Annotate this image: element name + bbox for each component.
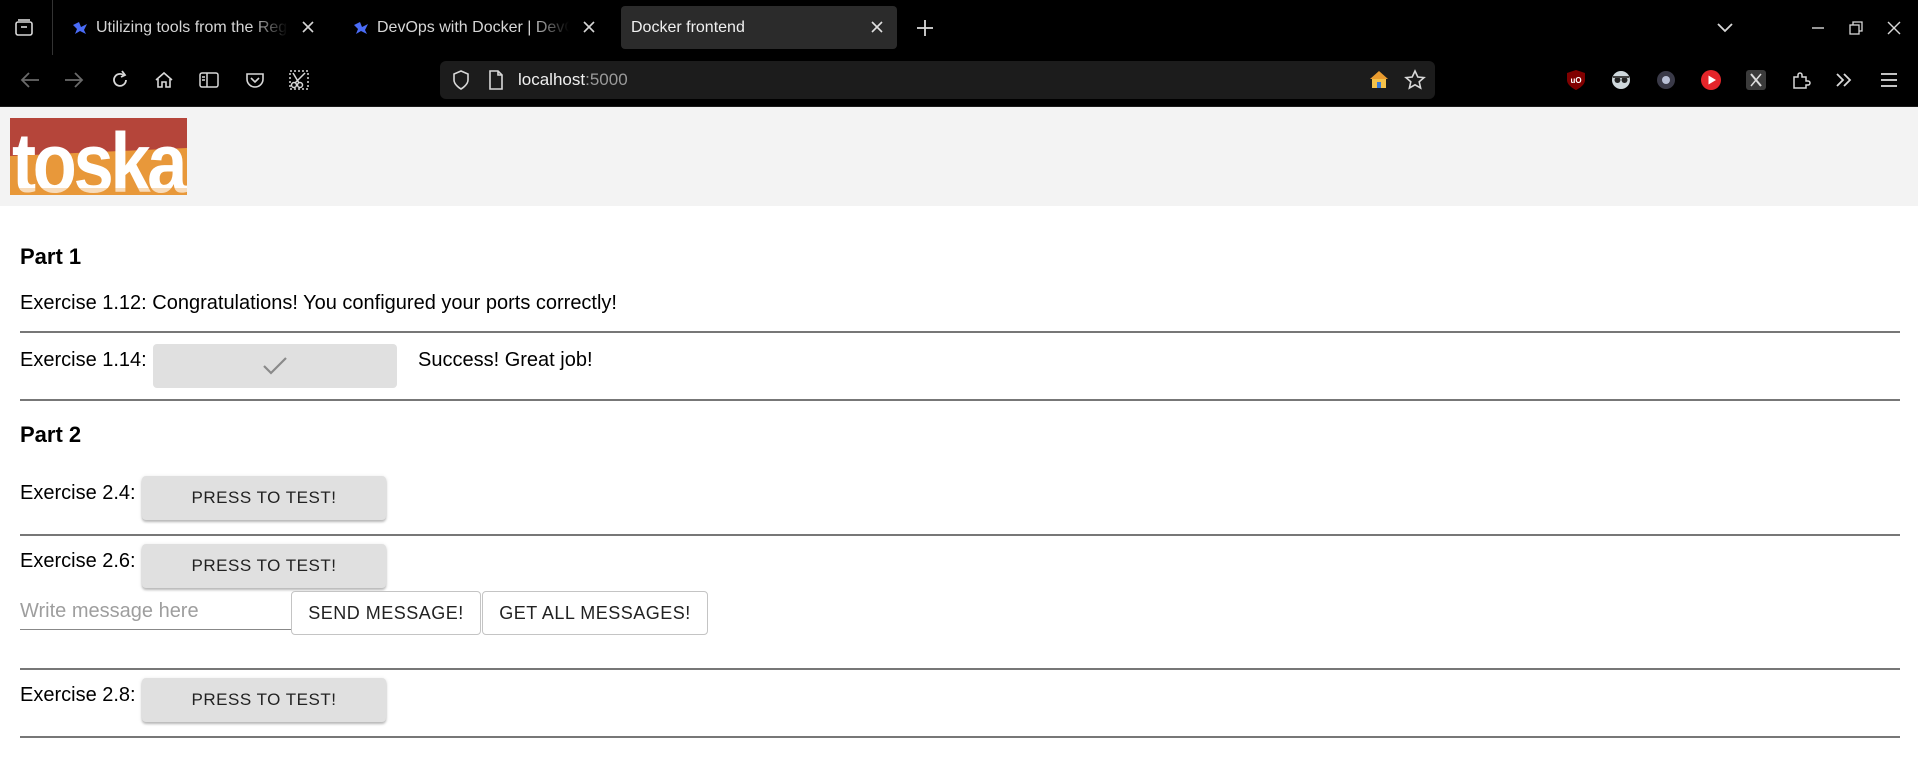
browser-tab-bar: Utilizing tools from the Regis DevOps wi…	[0, 0, 1918, 55]
new-tab-plus-icon[interactable]	[914, 17, 936, 39]
exercise-1-14-success-button[interactable]	[153, 344, 397, 388]
exercise-2-4-label: Exercise 2.4:	[20, 482, 136, 504]
tracking-protection-shield-icon[interactable]	[451, 70, 471, 90]
page-header: toska	[0, 107, 1918, 210]
home-icon[interactable]	[153, 69, 175, 91]
overflow-chevrons-icon[interactable]	[1833, 69, 1855, 91]
x-extension-icon[interactable]	[1745, 69, 1767, 91]
bookmark-star-icon[interactable]	[1404, 69, 1426, 91]
privacy-badger-icon[interactable]	[1610, 69, 1632, 91]
pocket-icon[interactable]	[244, 69, 266, 91]
restore-window-icon[interactable]	[1845, 17, 1867, 39]
screenshot-scissors-icon[interactable]	[288, 69, 310, 91]
sidebar-icon[interactable]	[198, 69, 220, 91]
logo-text: toska	[12, 118, 187, 195]
exercise-2-8-label: Exercise 2.8:	[20, 684, 136, 706]
exercise-1-14-status: Success! Great job!	[418, 349, 593, 371]
tab-title: DevOps with Docker | DevOps	[377, 18, 569, 36]
extension-dot-icon[interactable]	[1655, 69, 1677, 91]
divider	[20, 534, 1900, 536]
exercise-2-4-test-button[interactable]: PRESS TO TEST!	[142, 476, 386, 520]
home-page-button-icon[interactable]	[1368, 69, 1390, 91]
tab-overview-icon[interactable]	[13, 17, 35, 39]
get-all-messages-button[interactable]: GET ALL MESSAGES!	[482, 591, 708, 635]
docker-favicon-icon	[71, 19, 89, 37]
toska-logo: toska	[10, 116, 193, 210]
docker-favicon-icon	[352, 19, 370, 37]
part2-heading: Part 2	[20, 422, 82, 447]
exercise-2-6-label: Exercise 2.6:	[20, 550, 136, 572]
extensions-puzzle-icon[interactable]	[1790, 69, 1812, 91]
tab-docker-frontend[interactable]: Docker frontend	[621, 6, 897, 49]
url-port: :5000	[585, 70, 628, 89]
youtube-extension-icon[interactable]	[1700, 69, 1722, 91]
checkmark-icon	[263, 357, 287, 375]
list-all-tabs-chevron-icon[interactable]	[1714, 17, 1736, 39]
exercise-2-8-test-button[interactable]: PRESS TO TEST!	[142, 678, 386, 722]
send-message-button[interactable]: SEND MESSAGE!	[291, 591, 481, 635]
tab-devops-docker[interactable]: DevOps with Docker | DevOps	[345, 6, 609, 49]
tab-separator	[52, 0, 53, 55]
close-tab-icon[interactable]	[298, 17, 318, 37]
close-window-icon[interactable]	[1883, 17, 1905, 39]
divider	[20, 331, 1900, 333]
forward-arrow-icon[interactable]	[63, 69, 85, 91]
message-input[interactable]	[20, 593, 292, 630]
tab-utilizing-tools[interactable]: Utilizing tools from the Regis	[64, 6, 328, 49]
exercise-1-14-label: Exercise 1.14:	[20, 349, 147, 371]
minimize-icon[interactable]	[1807, 17, 1829, 39]
browser-nav-bar: localhost:5000 uO	[0, 55, 1918, 107]
tab-title: Utilizing tools from the Regis	[96, 18, 288, 36]
exercise-2-6-test-button[interactable]: PRESS TO TEST!	[142, 544, 386, 588]
back-arrow-icon[interactable]	[19, 69, 41, 91]
divider	[20, 399, 1900, 401]
hamburger-menu-icon[interactable]	[1878, 69, 1900, 91]
divider	[20, 736, 1900, 738]
page-info-icon[interactable]	[486, 70, 506, 90]
ublock-origin-icon[interactable]: uO	[1565, 69, 1587, 91]
tab-title: Docker frontend	[631, 18, 745, 36]
divider	[20, 668, 1900, 670]
part1-heading: Part 1	[20, 244, 82, 269]
url-text: localhost:5000	[518, 70, 628, 90]
close-tab-icon[interactable]	[579, 17, 599, 37]
url-host: localhost	[518, 70, 586, 89]
svg-text:uO: uO	[1570, 76, 1581, 85]
close-tab-icon[interactable]	[867, 17, 887, 37]
url-bar[interactable]: localhost:5000	[440, 61, 1435, 99]
exercise-1-12-text: Exercise 1.12: Congratulations! You conf…	[20, 292, 617, 314]
reload-icon[interactable]	[109, 69, 131, 91]
